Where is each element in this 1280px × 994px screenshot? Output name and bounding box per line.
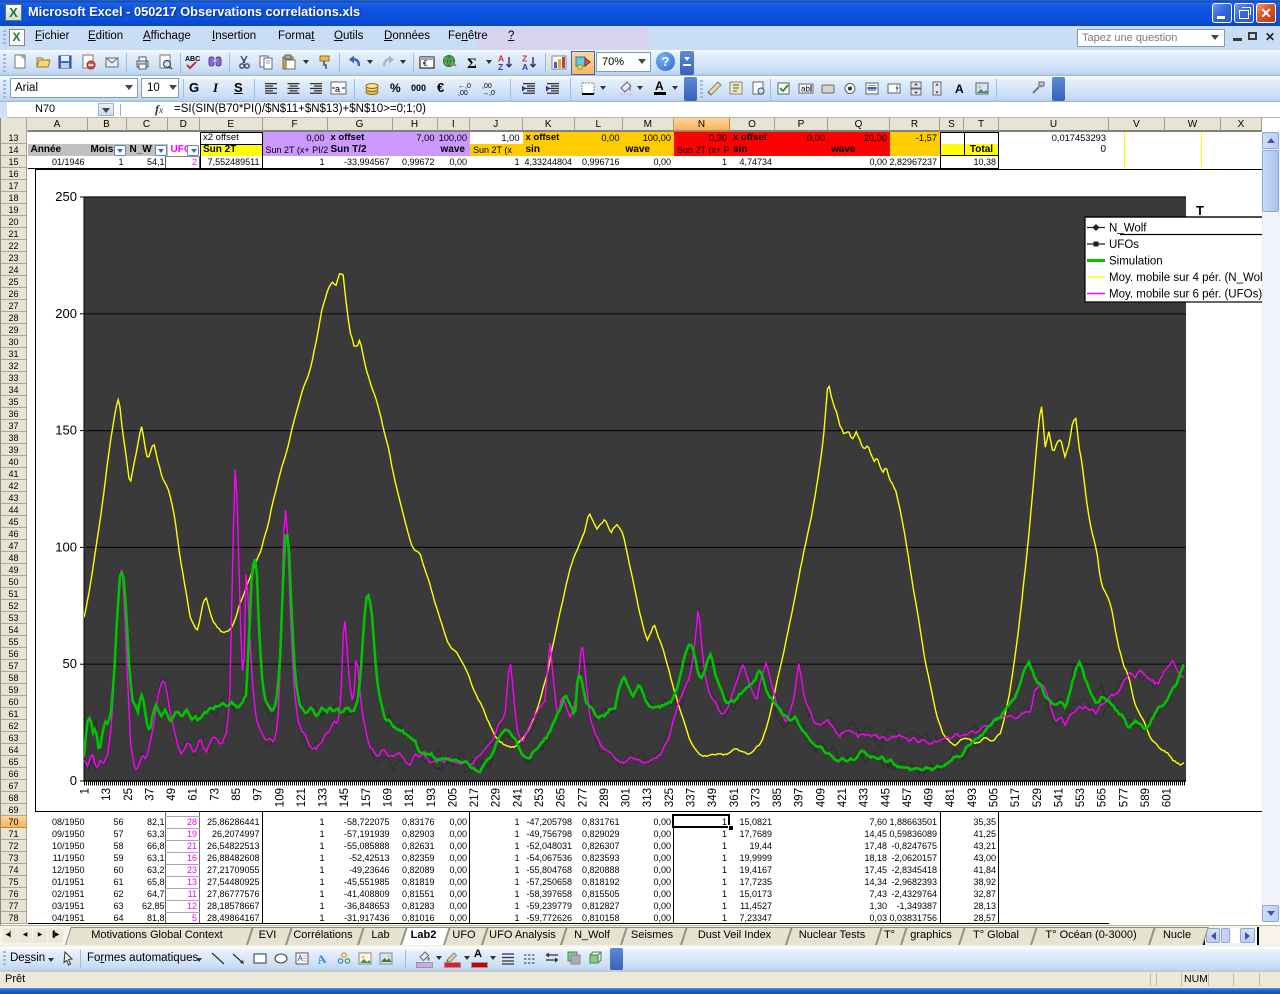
svg-text:Moy. mobile sur 4 pér. (N_Wolf: Moy. mobile sur 4 pér. (N_Wolf) [1109,272,1262,284]
svg-text:,00: ,00 [482,83,492,90]
svg-text:301: 301 [621,788,633,807]
svg-text:505: 505 [989,788,1001,807]
svg-text:469: 469 [924,788,936,807]
svg-text:325: 325 [664,788,676,807]
svg-text:277: 277 [577,788,589,807]
svg-text:Σ: Σ [467,56,477,71]
svg-text:181: 181 [404,788,416,807]
svg-text:373: 373 [750,788,762,807]
svg-text:N_Wolf: N_Wolf [1109,223,1147,235]
svg-text:265: 265 [556,788,568,807]
svg-text:A: A [955,82,964,96]
svg-text:589: 589 [1140,788,1152,807]
svg-text:1: 1 [80,788,92,794]
svg-text:150: 150 [55,423,77,438]
svg-text:541: 541 [1053,788,1065,807]
svg-text:445: 445 [880,788,892,807]
svg-text:UFOs: UFOs [1109,239,1139,251]
svg-text:349: 349 [707,788,719,807]
svg-text:241: 241 [512,788,524,807]
svg-text:200: 200 [55,306,77,321]
svg-text:517: 517 [1010,788,1022,807]
svg-text:€: € [423,59,428,68]
svg-text:337: 337 [686,788,698,807]
svg-text:ABC: ABC [185,56,200,63]
svg-text:157: 157 [361,788,373,807]
svg-text:421: 421 [837,788,849,807]
svg-text:a: a [335,84,340,94]
svg-text:121: 121 [296,788,308,807]
svg-text:601: 601 [1162,788,1174,807]
svg-text:193: 193 [426,788,438,807]
svg-text:ab: ab [801,85,810,94]
svg-text:T: T [1196,203,1204,218]
svg-text:13: 13 [101,788,113,801]
svg-text:85: 85 [231,788,243,801]
svg-text:25: 25 [123,788,135,801]
svg-text:250: 250 [55,189,77,204]
svg-text:50: 50 [63,656,77,671]
svg-text:409: 409 [815,788,827,807]
svg-text:397: 397 [794,788,806,807]
svg-text:313: 313 [642,788,654,807]
svg-text:Moy. mobile sur 6 pér. (UFOs): Moy. mobile sur 6 pér. (UFOs) [1109,289,1262,301]
svg-text:97: 97 [253,788,265,801]
svg-text:133: 133 [318,788,330,807]
svg-text:109: 109 [274,788,286,807]
svg-text:169: 169 [383,788,395,807]
svg-text:73: 73 [209,788,221,801]
svg-text:,00: ,00 [458,90,468,97]
svg-text:577: 577 [1118,788,1130,807]
svg-text:0: 0 [70,773,77,788]
svg-text:145: 145 [339,788,351,807]
svg-text:457: 457 [902,788,914,807]
svg-text:205: 205 [447,788,459,807]
svg-text:A: A [522,62,528,71]
svg-text:229: 229 [491,788,503,807]
svg-text:49: 49 [166,788,178,801]
svg-text:565: 565 [1097,788,1109,807]
svg-text:A: A [298,954,304,963]
svg-text:361: 361 [729,788,741,807]
svg-text:385: 385 [772,788,784,807]
svg-text:493: 493 [967,788,979,807]
svg-text:Z: Z [498,62,503,71]
svg-text:→,0: →,0 [482,90,495,97]
svg-text:100: 100 [55,539,77,554]
svg-text:529: 529 [1032,788,1044,807]
svg-text:253: 253 [534,788,546,807]
svg-text:553: 553 [1075,788,1087,807]
svg-text:481: 481 [945,788,957,807]
svg-text:433: 433 [859,788,871,807]
svg-text:289: 289 [599,788,611,807]
svg-text:←,0: ←,0 [458,83,471,90]
svg-text:Simulation: Simulation [1109,256,1163,268]
svg-text:217: 217 [469,788,481,807]
svg-text:37: 37 [144,788,156,801]
svg-text:61: 61 [188,788,200,801]
svg-text:A: A [316,952,328,967]
